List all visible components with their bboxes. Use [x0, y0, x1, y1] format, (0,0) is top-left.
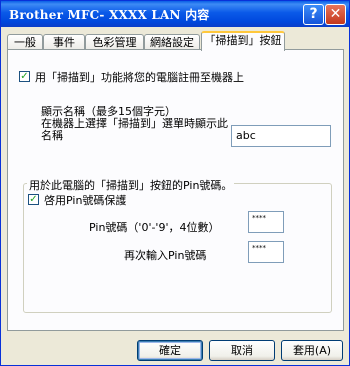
close-button[interactable]: ✕ — [325, 4, 346, 25]
checkmark-icon: ✓ — [20, 71, 29, 82]
tab-scan-to-button[interactable]: 「掃描到」按鈕 — [201, 31, 285, 51]
register-checkbox[interactable]: ✓ — [19, 71, 30, 82]
display-name-label-line3: 名稱 — [41, 129, 63, 142]
tab-events[interactable]: 事件 — [43, 34, 85, 50]
cancel-button[interactable]: 取消 — [209, 340, 275, 361]
ok-button[interactable]: 確定 — [137, 340, 203, 361]
repeat-pin-label: 再次輸入Pin號碼 — [124, 249, 207, 262]
pin-group-legend: 用於此電腦的「掃描到」按鈕的Pin號碼。 — [27, 177, 235, 193]
display-name-input[interactable]: abc — [231, 125, 331, 147]
window-title: Brother MFC- XXXX LAN 内容 — [9, 8, 210, 22]
help-button[interactable]: ? — [303, 4, 324, 25]
display-name-label-line2: 在機器上選擇「掃描到」選單時顯示此 — [41, 117, 228, 130]
enable-pin-checkbox[interactable]: ✓ — [28, 194, 39, 205]
pin-number-input[interactable]: **** — [248, 211, 284, 233]
repeat-pin-input[interactable]: **** — [248, 241, 284, 263]
register-label: 用「掃描到」功能將您的電腦註冊至機器上 — [35, 71, 244, 84]
enable-pin-label: 啓用Pin號碼保護 — [44, 194, 127, 207]
tab-panel: ✓ 用「掃描到」功能將您的電腦註冊至機器上 顯示名稱（最多15個字元） 在機器上… — [7, 49, 344, 331]
checkmark-icon: ✓ — [29, 194, 38, 205]
pin-number-label: Pin號碼（'0'-'9'，4位數） — [89, 221, 220, 234]
tab-color-management[interactable]: 色彩管理 — [85, 34, 144, 50]
tab-network-settings[interactable]: 網絡設定 — [144, 34, 200, 50]
properties-window: Brother MFC- XXXX LAN 内容 ? ✕ 一般 事件 色彩管理 … — [0, 0, 350, 366]
title-bar[interactable]: Brother MFC- XXXX LAN 内容 ? ✕ — [1, 1, 349, 27]
tab-general[interactable]: 一般 — [7, 34, 43, 50]
apply-button[interactable]: 套用(A) — [281, 340, 343, 361]
